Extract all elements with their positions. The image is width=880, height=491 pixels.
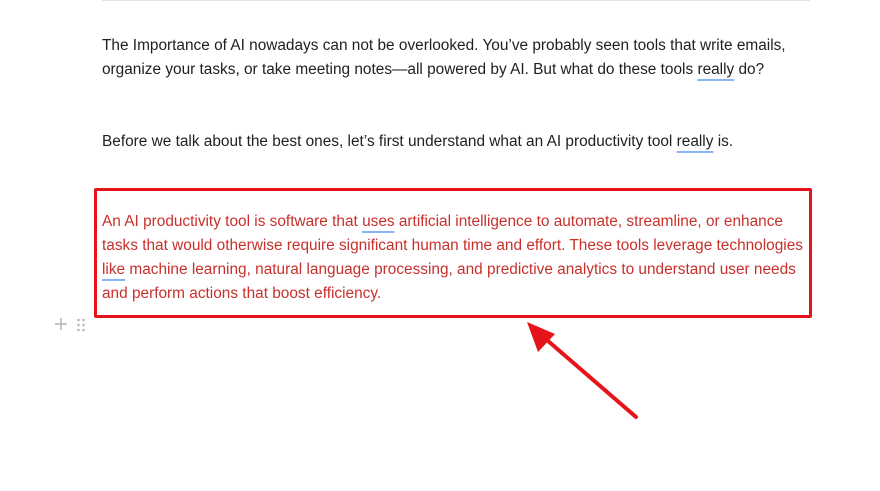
drag-handle-icon[interactable]	[76, 318, 86, 332]
plus-icon[interactable]	[53, 316, 69, 332]
text-run: Before we talk about the best ones, let’…	[102, 133, 677, 150]
text-run: do?	[734, 61, 765, 78]
text-run: An AI productivity tool is software that	[102, 213, 363, 230]
spellcheck-flagged-word[interactable]: really	[697, 61, 734, 78]
text-run: machine learning, natural language proce…	[102, 261, 796, 302]
intro-paragraph[interactable]: The Importance of AI nowadays can not be…	[102, 34, 806, 82]
spellcheck-flagged-word[interactable]: really	[677, 133, 714, 150]
block-toolbar	[53, 316, 93, 336]
top-divider	[102, 0, 810, 1]
text-run: is.	[713, 133, 734, 150]
text-run: The Importance of AI nowadays can not be…	[102, 37, 786, 78]
definition-paragraph[interactable]: An AI productivity tool is software that…	[102, 210, 806, 306]
spellcheck-flagged-word[interactable]: uses	[362, 213, 395, 230]
spellcheck-flagged-word[interactable]: like	[102, 261, 125, 278]
transition-paragraph[interactable]: Before we talk about the best ones, let’…	[102, 130, 806, 154]
